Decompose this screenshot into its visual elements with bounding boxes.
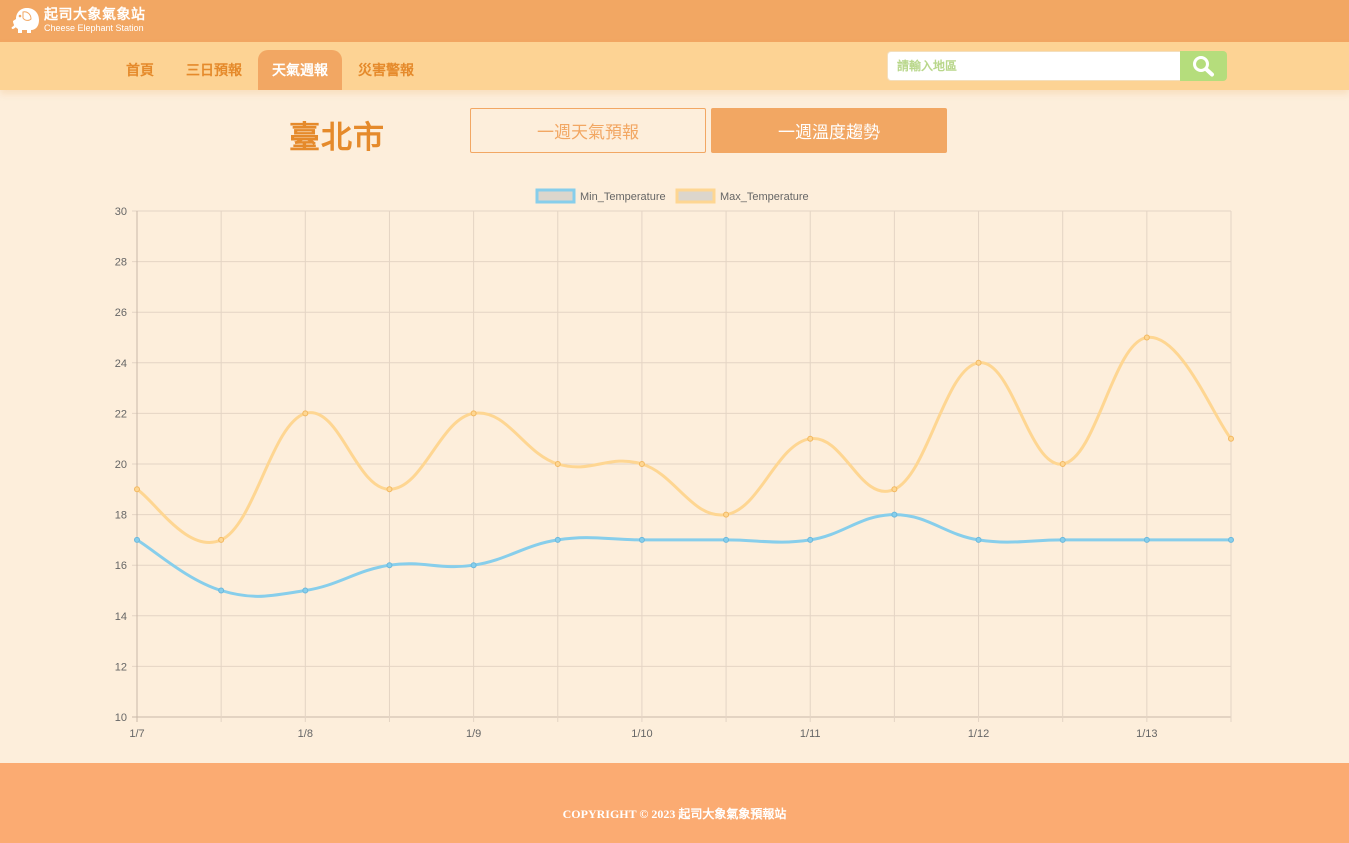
data-point bbox=[470, 410, 477, 417]
nav-item-disaster-alert[interactable]: 災害警報 bbox=[342, 50, 430, 90]
chart-legend: Min_Temperature Max_Temperature bbox=[535, 188, 809, 204]
search-bar bbox=[887, 51, 1227, 81]
x-tick-label: 1/10 bbox=[631, 728, 652, 740]
elephant-logo-icon bbox=[11, 8, 39, 33]
search-button[interactable] bbox=[1180, 51, 1227, 81]
y-tick-label: 20 bbox=[115, 459, 127, 471]
brand-title: 起司大象氣象站 bbox=[44, 6, 146, 23]
x-tick-label: 1/9 bbox=[466, 728, 481, 740]
chart-series bbox=[134, 334, 1234, 598]
data-point bbox=[218, 587, 225, 594]
top-header-bar: 起司大象氣象站 Cheese Elephant Station bbox=[0, 0, 1349, 42]
series-line-min_temperature bbox=[136, 513, 1231, 598]
x-tick-label: 1/11 bbox=[800, 728, 821, 740]
data-point bbox=[218, 536, 225, 543]
search-icon bbox=[1192, 56, 1214, 77]
series-line-max_temperature bbox=[136, 335, 1233, 544]
x-tick-label: 1/12 bbox=[968, 728, 989, 740]
legend-label: Min_Temperature bbox=[580, 191, 666, 203]
x-tick-label: 1/8 bbox=[298, 728, 313, 740]
legend-label: Max_Temperature bbox=[720, 191, 809, 203]
y-tick-label: 24 bbox=[115, 358, 127, 370]
data-point bbox=[302, 410, 309, 417]
data-point bbox=[134, 536, 140, 543]
data-point bbox=[723, 536, 730, 543]
y-tick-label: 12 bbox=[115, 661, 127, 673]
city-title: 臺北市 bbox=[289, 120, 385, 156]
x-tick-label: 1/7 bbox=[129, 728, 144, 740]
data-point bbox=[1059, 536, 1066, 543]
y-tick-label: 10 bbox=[115, 712, 127, 724]
data-point bbox=[1228, 435, 1234, 442]
data-point bbox=[807, 435, 814, 442]
main-nav: 首頁 三日預報 天氣週報 災害警報 bbox=[110, 42, 430, 90]
navigation-bar: 首頁 三日預報 天氣週報 災害警報 bbox=[0, 42, 1349, 90]
data-point bbox=[386, 486, 393, 493]
data-point bbox=[1143, 536, 1150, 543]
data-point bbox=[1059, 461, 1066, 467]
data-point bbox=[975, 536, 982, 543]
data-point bbox=[302, 587, 309, 594]
temperature-trend-chart: 10 12 14 16 18 20 22 24 26 28 30 1/7 1/8 1/9 1/10 1/11 1… bbox=[115, 188, 1234, 740]
data-point bbox=[470, 562, 477, 569]
data-point bbox=[723, 511, 730, 518]
nav-item-home[interactable]: 首頁 bbox=[110, 50, 170, 90]
y-tick-label: 26 bbox=[115, 307, 127, 319]
data-point bbox=[1143, 334, 1150, 341]
data-point bbox=[891, 511, 898, 518]
y-tick-label: 22 bbox=[115, 408, 127, 420]
data-point bbox=[975, 359, 982, 366]
data-point bbox=[554, 536, 561, 543]
data-point bbox=[1228, 536, 1234, 543]
search-input[interactable] bbox=[887, 51, 1180, 81]
data-point bbox=[891, 486, 898, 493]
copyright-text: COPYRIGHT © 2023 起司大象氣象預報站 bbox=[562, 807, 787, 821]
data-point bbox=[638, 461, 645, 467]
tab-temperature-trend[interactable]: 一週溫度趨勢 bbox=[711, 108, 947, 153]
chart-grid: 10 12 14 16 18 20 22 24 26 28 30 1/7 1/8 1/9 1/10 1/11 1… bbox=[115, 206, 1232, 740]
footer: COPYRIGHT © 2023 起司大象氣象預報站 bbox=[0, 763, 1349, 843]
y-tick-label: 18 bbox=[115, 510, 127, 522]
x-tick-label: 1/13 bbox=[1136, 728, 1157, 740]
y-tick-label: 16 bbox=[115, 560, 127, 572]
tab-weekly-forecast[interactable]: 一週天氣預報 bbox=[470, 108, 706, 153]
data-point bbox=[554, 461, 561, 467]
legend-swatch bbox=[535, 188, 576, 204]
y-tick-label: 28 bbox=[115, 257, 127, 269]
data-point bbox=[386, 562, 393, 569]
data-point bbox=[807, 536, 814, 543]
y-tick-label: 30 bbox=[115, 206, 127, 218]
legend-swatch bbox=[675, 188, 716, 204]
brand-subtitle: Cheese Elephant Station bbox=[44, 22, 144, 33]
brand-logo[interactable]: 起司大象氣象站 Cheese Elephant Station bbox=[10, 5, 146, 35]
nav-item-weekly-report[interactable]: 天氣週報 bbox=[258, 50, 342, 90]
nav-item-three-day-forecast[interactable]: 三日預報 bbox=[170, 50, 258, 90]
y-tick-label: 14 bbox=[115, 611, 127, 623]
data-point bbox=[134, 486, 140, 493]
data-point bbox=[638, 536, 645, 543]
